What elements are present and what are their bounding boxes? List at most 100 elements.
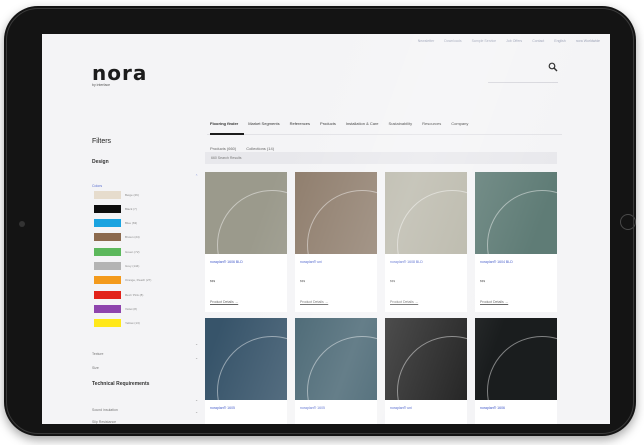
product-name[interactable]: noraplan® 1606 <box>480 406 505 410</box>
nav-item-references[interactable]: References <box>290 121 310 126</box>
tab-collections[interactable]: Collections (14) <box>246 146 274 151</box>
color-swatch <box>94 276 121 285</box>
color-swatch-option[interactable]: Grey (144) <box>94 262 184 271</box>
color-swatch <box>94 233 121 242</box>
product-image-highlight <box>217 336 287 400</box>
sound-filter-toggle[interactable]: Sound insulation ⌄ <box>92 398 198 416</box>
product-details-link[interactable]: Product Details → <box>210 300 238 304</box>
texture-label: Texture <box>92 352 104 356</box>
product-details-link[interactable]: Product Details → <box>480 300 508 304</box>
product-details-link[interactable]: Product Details → <box>390 300 418 304</box>
nav-item-market-segments[interactable]: Market Segments <box>248 121 279 126</box>
nav-item-sustainability[interactable]: Sustainability <box>389 121 413 126</box>
search-input[interactable] <box>488 82 558 83</box>
utility-link-newsletter[interactable]: Newsletter <box>418 39 435 43</box>
product-card[interactable]: noraplan® 1604 BLD $$$ Product Details → <box>475 172 557 312</box>
design-heading: Design <box>92 159 109 165</box>
product-name[interactable]: noraplan® uni <box>300 260 322 264</box>
product-image-highlight <box>397 190 467 254</box>
product-card[interactable]: noraplan® 1606 <box>475 318 557 424</box>
tab-products[interactable]: Products (660) <box>210 146 236 151</box>
product-image[interactable] <box>295 318 377 400</box>
colors-filter-toggle[interactable]: Colors ⌃ <box>92 174 198 192</box>
screen-glare <box>42 34 610 424</box>
texture-filter-toggle[interactable]: Texture ⌄ <box>92 342 198 360</box>
product-image[interactable] <box>385 172 467 254</box>
camera-dot <box>19 221 25 227</box>
color-swatch-label: Blue (63) <box>125 221 138 226</box>
product-image[interactable] <box>295 172 377 254</box>
product-details-link[interactable]: Product Details → <box>300 300 328 304</box>
product-image[interactable] <box>205 318 287 400</box>
color-swatch <box>94 290 121 299</box>
size-filter-toggle[interactable]: Size ⌄ <box>92 356 198 374</box>
logo-wordmark: nora <box>92 61 148 85</box>
utility-link-worldwide[interactable]: nora Worldwide <box>576 39 600 43</box>
sound-label: Sound insulation <box>92 408 118 412</box>
color-swatch-option[interactable]: Brown (24) <box>94 233 184 242</box>
filters-heading: Filters <box>92 138 112 145</box>
nav-item-company[interactable]: Company <box>451 121 468 126</box>
size-label: Size <box>92 366 99 370</box>
color-swatch-option[interactable]: Black (7) <box>94 204 184 213</box>
chevron-down-icon: ⌄ <box>195 398 198 402</box>
product-card[interactable]: noraplan® uni <box>385 318 467 424</box>
search-icon[interactable] <box>548 62 558 72</box>
product-name[interactable]: noraplan® 1605 <box>210 406 235 410</box>
color-swatch-option[interactable]: Red / Pink (8) <box>94 290 184 299</box>
logo[interactable]: nora by interface <box>92 61 148 87</box>
color-swatch-option[interactable]: Violet (8) <box>94 304 184 313</box>
slip-filter-toggle[interactable]: Slip Resistance ⌄ <box>92 410 198 424</box>
product-card[interactable]: noraplan® 1605 <box>295 318 377 424</box>
color-swatch-label: Green (72) <box>125 249 140 254</box>
color-swatch-option[interactable]: Beige (26) <box>94 190 184 199</box>
product-card[interactable]: noraplan® 1605 <box>205 318 287 424</box>
chevron-up-icon: ⌃ <box>195 174 198 178</box>
color-swatch <box>94 319 121 328</box>
nav-item-products[interactable]: Products <box>320 121 336 126</box>
utility-link-downloads[interactable]: Downloads <box>444 39 461 43</box>
nav-divider <box>207 134 562 135</box>
product-image[interactable] <box>475 318 557 400</box>
utility-link-language[interactable]: English <box>554 39 565 43</box>
home-button[interactable] <box>620 214 636 230</box>
utility-link-contact[interactable]: Contact <box>532 39 544 43</box>
main-nav: Flooring finder Market Segments Referenc… <box>210 121 468 126</box>
product-card[interactable]: noraplan® 1608 BLD $$$ Product Details → <box>385 172 467 312</box>
color-swatch <box>94 304 121 313</box>
logo-subtitle: by interface <box>92 83 111 87</box>
color-swatch-option[interactable]: Orange, Peach (27) <box>94 276 184 285</box>
chevron-down-icon: ⌄ <box>195 342 198 346</box>
product-name[interactable]: noraplan® 1605 <box>300 406 325 410</box>
colors-label: Colors <box>92 184 103 188</box>
product-image-highlight <box>397 336 467 400</box>
product-image[interactable] <box>205 172 287 254</box>
product-card[interactable]: noraplan® uni $$$ Product Details → <box>295 172 377 312</box>
product-name[interactable]: noraplan® 1606 BLD <box>210 260 243 264</box>
color-swatch <box>94 190 121 199</box>
color-swatch-option[interactable]: Blue (63) <box>94 219 184 228</box>
color-swatch-label: Black (7) <box>125 206 137 211</box>
color-swatch-option[interactable]: Yellow (13) <box>94 319 184 328</box>
color-swatch <box>94 219 121 228</box>
product-card[interactable]: noraplan® 1606 BLD $$$ Product Details → <box>205 172 287 312</box>
color-swatch-option[interactable]: Green (72) <box>94 247 184 256</box>
results-bar: 660 Search Results <box>205 152 557 164</box>
tablet-frame: Newsletter Downloads Sample Service Job … <box>4 6 636 436</box>
utility-bar: Newsletter Downloads Sample Service Job … <box>42 34 610 48</box>
utility-link-job-offers[interactable]: Job Offers <box>506 39 522 43</box>
technical-requirements-heading: Technical Requirements <box>92 381 150 387</box>
nav-item-installation-care[interactable]: Installation & Care <box>346 121 379 126</box>
color-swatch-label: Red / Pink (8) <box>125 292 144 297</box>
product-name[interactable]: noraplan® 1604 BLD <box>480 260 513 264</box>
color-swatch-label: Orange, Peach (27) <box>125 278 152 283</box>
color-swatch-label: Beige (26) <box>125 192 139 197</box>
product-image[interactable] <box>385 318 467 400</box>
product-image[interactable] <box>475 172 557 254</box>
product-price: $$$ <box>300 279 306 283</box>
nav-item-resources[interactable]: Resources <box>422 121 441 126</box>
nav-item-flooring-finder[interactable]: Flooring finder <box>210 121 238 126</box>
product-name[interactable]: noraplan® uni <box>390 406 412 410</box>
utility-link-sample-service[interactable]: Sample Service <box>472 39 497 43</box>
product-name[interactable]: noraplan® 1608 BLD <box>390 260 423 264</box>
